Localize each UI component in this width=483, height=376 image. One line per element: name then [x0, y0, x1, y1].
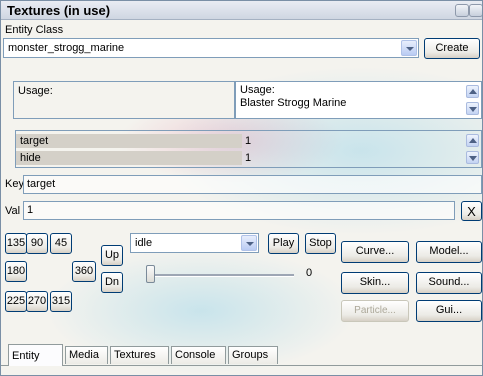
angle-135-button[interactable]: 135 [5, 233, 27, 254]
tab-console[interactable]: Console [171, 346, 226, 364]
entity-inspector-window: Textures (in use) Entity Class monster_s… [0, 0, 483, 376]
val-input[interactable]: 1 [23, 201, 455, 220]
angle-360-button[interactable]: 360 [72, 261, 96, 282]
tab-entity[interactable]: Entity [8, 344, 63, 366]
minimize-icon[interactable] [455, 4, 469, 17]
properties-list[interactable]: target 1 hide 1 [15, 130, 482, 168]
key-input-value: target [27, 178, 56, 190]
sound-button[interactable]: Sound... [416, 272, 482, 294]
entity-class-value: monster_strogg_marine [8, 42, 125, 54]
usage-description: Usage: Blaster Strogg Marine [235, 81, 482, 119]
scroll-down-icon[interactable] [466, 151, 479, 164]
property-key: hide [16, 151, 242, 165]
tab-media[interactable]: Media [65, 346, 108, 364]
clear-val-button[interactable]: X [461, 201, 482, 221]
slider-track[interactable] [151, 274, 294, 277]
tab-textures[interactable]: Textures [110, 346, 169, 364]
angle-225-button[interactable]: 225 [5, 291, 27, 312]
tab-groups[interactable]: Groups [228, 346, 278, 364]
angle-45-button[interactable]: 45 [50, 233, 72, 254]
gui-button[interactable]: Gui... [416, 300, 482, 322]
usage-box: Usage: [13, 81, 235, 119]
down-button[interactable]: Dn [101, 272, 123, 293]
chevron-down-icon[interactable] [401, 40, 417, 56]
val-label: Val [5, 205, 21, 217]
particle-button[interactable]: Particle... [341, 300, 409, 322]
val-input-value: 1 [27, 204, 34, 216]
usage-detail-value: Blaster Strogg Marine [240, 97, 347, 109]
curve-button[interactable]: Curve... [341, 241, 409, 263]
animation-select[interactable]: idle [130, 233, 259, 253]
angle-180-button[interactable]: 180 [5, 261, 27, 282]
angle-315-button[interactable]: 315 [50, 291, 72, 312]
animation-value: idle [135, 237, 153, 249]
property-value: 1 [245, 135, 252, 147]
close-icon[interactable] [469, 4, 482, 17]
entity-class-select[interactable]: monster_strogg_marine [3, 38, 419, 58]
scroll-down-icon[interactable] [466, 102, 479, 115]
angle-90-button[interactable]: 90 [26, 233, 48, 254]
chevron-down-icon[interactable] [241, 235, 257, 251]
scroll-up-icon[interactable] [466, 85, 479, 98]
play-button[interactable]: Play [268, 233, 299, 254]
window-title: Textures (in use) [7, 3, 111, 18]
slider-thumb[interactable] [146, 265, 155, 283]
property-row[interactable]: target 1 [16, 134, 481, 148]
property-value: 1 [245, 152, 252, 164]
key-label: Key [5, 178, 24, 190]
skin-button[interactable]: Skin... [341, 272, 409, 294]
key-input[interactable]: target [23, 175, 482, 194]
usage-detail-label: Usage: [240, 84, 275, 96]
entity-class-label: Entity Class [5, 24, 64, 36]
angle-270-button[interactable]: 270 [26, 291, 48, 312]
up-button[interactable]: Up [101, 245, 123, 266]
property-key: target [16, 134, 242, 148]
scroll-up-icon[interactable] [466, 134, 479, 147]
title-bar[interactable]: Textures (in use) [1, 1, 482, 20]
create-button[interactable]: Create [424, 38, 480, 59]
slider-value: 0 [306, 267, 313, 279]
stop-button[interactable]: Stop [305, 233, 336, 254]
usage-label: Usage: [18, 85, 53, 97]
model-button[interactable]: Model... [416, 241, 482, 263]
tab-strip-line [1, 365, 482, 366]
property-row[interactable]: hide 1 [16, 151, 481, 165]
